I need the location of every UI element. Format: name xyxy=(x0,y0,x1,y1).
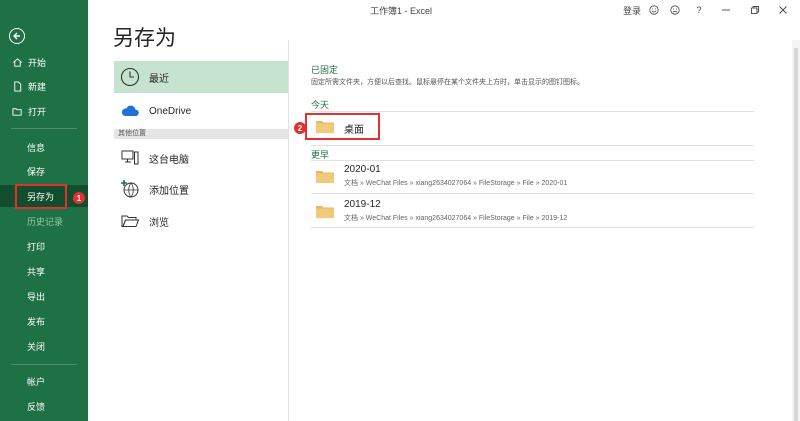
vertical-scrollbar[interactable] xyxy=(792,40,800,421)
step-badge-1: 1 xyxy=(73,192,85,204)
nav-open[interactable]: 打开 xyxy=(0,100,88,122)
help-button[interactable]: ? xyxy=(694,3,704,17)
nav-feedback[interactable]: 反馈 xyxy=(0,395,88,417)
nav-close[interactable]: 关闭 xyxy=(0,335,88,357)
frown-feedback-icon[interactable] xyxy=(669,3,681,17)
folder-2019-12-name[interactable]: 2019-12 xyxy=(344,199,381,210)
nav-feedback-label: 反馈 xyxy=(27,401,46,412)
nav-save-label: 保存 xyxy=(27,166,46,177)
open-folder-icon xyxy=(11,105,23,117)
nav-info-label: 信息 xyxy=(27,142,46,153)
nav-info[interactable]: 信息 xyxy=(0,136,88,158)
clock-icon xyxy=(119,66,141,88)
cloud-icon xyxy=(119,100,141,122)
other-locations-header: 其他位置 xyxy=(114,129,288,139)
new-document-icon xyxy=(11,80,23,92)
folder-icon xyxy=(316,169,334,183)
folder-open-icon xyxy=(119,210,141,232)
nav-history-label: 历史记录 xyxy=(27,216,64,227)
nav-new-label: 新建 xyxy=(28,81,47,92)
folder-2019-12-path: 文档 » WeChat Files » xiang2634027064 » Fi… xyxy=(344,215,568,222)
login-link[interactable]: 登录 xyxy=(623,3,641,17)
nav-export[interactable]: 导出 xyxy=(0,285,88,307)
location-recent-label: 最近 xyxy=(149,73,169,85)
nav-account-label: 帐户 xyxy=(27,376,46,387)
folder-2020-01-path: 文档 » WeChat Files » xiang2634027064 » Fi… xyxy=(344,180,568,187)
nav-print[interactable]: 打印 xyxy=(0,235,88,257)
today-divider xyxy=(311,111,754,112)
location-browse-label: 浏览 xyxy=(149,217,169,229)
nav-account[interactable]: 帐户 xyxy=(0,370,88,392)
nav-print-label: 打印 xyxy=(27,241,46,252)
nav-publish-label: 发布 xyxy=(27,316,46,327)
nav-history: 历史记录 xyxy=(0,210,88,232)
scrollbar-thumb[interactable] xyxy=(794,48,798,421)
nav-close-label: 关闭 xyxy=(27,341,46,352)
restore-icon[interactable] xyxy=(750,3,760,17)
today-bottom-divider xyxy=(311,145,754,146)
globe-add-icon xyxy=(119,178,141,200)
location-this-pc-label: 这台电脑 xyxy=(149,154,189,166)
save-as-highlight-box xyxy=(15,184,67,209)
location-onedrive[interactable]: OneDrive xyxy=(114,97,288,125)
smile-feedback-icon[interactable] xyxy=(648,3,660,17)
nav-home-label: 开始 xyxy=(28,57,47,68)
backstage-sidebar: 开始 新建 打开 信息 保存 另存为 历史记录 打印 共享 导出 发布 关闭 帐… xyxy=(0,0,88,421)
column-divider xyxy=(288,40,289,421)
row-divider xyxy=(311,227,754,228)
today-title: 今天 xyxy=(311,100,330,110)
pinned-title: 已固定 xyxy=(311,65,339,75)
location-add-place-label: 添加位置 xyxy=(149,185,189,197)
arrow-left-icon xyxy=(13,32,20,40)
location-browse[interactable]: 浏览 xyxy=(114,207,288,235)
location-onedrive-label: OneDrive xyxy=(149,105,192,117)
desktop-highlight-box xyxy=(305,113,380,140)
window-title: 工作簿1 - Excel xyxy=(370,6,433,16)
title-bar: 工作簿1 - Excel 登录 ? xyxy=(88,0,800,20)
location-recent[interactable]: 最近 xyxy=(114,61,288,93)
computer-icon xyxy=(119,147,141,169)
nav-save[interactable]: 保存 xyxy=(0,160,88,182)
pinned-hint: 固定所需文件夹，方便以后查找。鼠标悬停在某个文件夹上方时，单击显示的图钉图标。 xyxy=(311,79,584,86)
step-badge-2: 2 xyxy=(294,122,306,134)
row-divider xyxy=(311,193,754,194)
minimize-icon[interactable] xyxy=(721,3,731,17)
nav-share-label: 共享 xyxy=(27,266,46,277)
folder-icon xyxy=(316,204,334,218)
sidebar-divider xyxy=(11,128,77,129)
nav-share[interactable]: 共享 xyxy=(0,260,88,282)
folder-2020-01-name[interactable]: 2020-01 xyxy=(344,164,381,175)
close-icon[interactable] xyxy=(778,3,788,17)
earlier-divider xyxy=(311,160,754,161)
nav-home[interactable]: 开始 xyxy=(0,51,88,73)
location-this-pc[interactable]: 这台电脑 xyxy=(114,144,288,172)
back-button[interactable] xyxy=(9,28,25,44)
nav-publish[interactable]: 发布 xyxy=(0,310,88,332)
location-add-place[interactable]: 添加位置 xyxy=(114,175,288,203)
sidebar-divider xyxy=(11,364,77,365)
nav-open-label: 打开 xyxy=(28,106,47,117)
nav-new[interactable]: 新建 xyxy=(0,75,88,97)
home-icon xyxy=(11,56,23,68)
page-title: 另存为 xyxy=(113,26,176,50)
nav-export-label: 导出 xyxy=(27,291,46,302)
